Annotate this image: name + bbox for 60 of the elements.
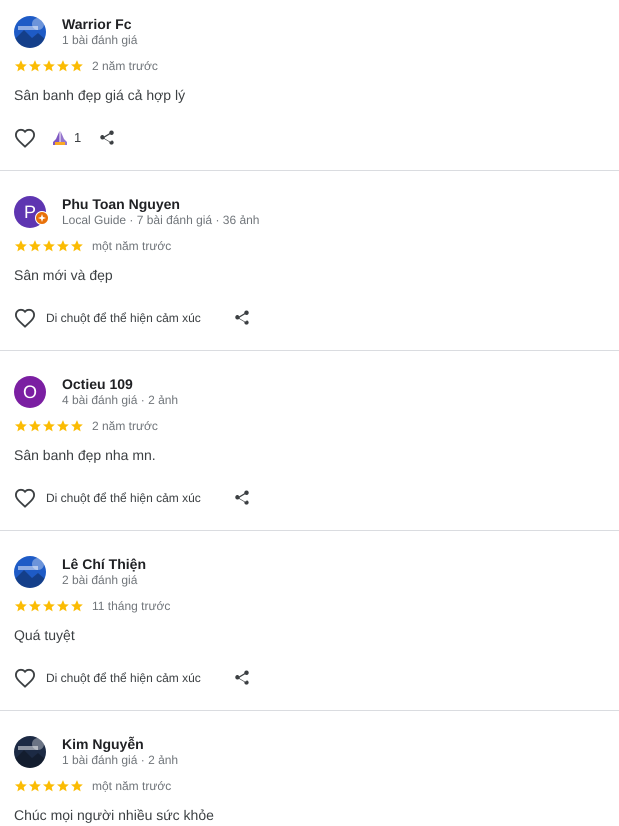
star-icon — [70, 59, 84, 73]
star-icon — [56, 59, 70, 73]
share-button[interactable] — [232, 669, 251, 687]
star-icon — [14, 599, 28, 613]
star-icon — [42, 239, 56, 253]
star-icon — [56, 599, 70, 613]
like-button[interactable] — [14, 128, 36, 148]
review-text: Sân banh đẹp nha mn. — [14, 446, 157, 465]
star-icon — [56, 419, 70, 433]
reaction-count: 1 — [74, 129, 82, 148]
reviewer-name[interactable]: Warrior Fc — [62, 16, 138, 33]
review-text: Chúc mọi người nhiều sức khỏe — [14, 806, 215, 825]
review-text: Sân banh đẹp giá cả hợp lý — [14, 86, 186, 105]
praying-hands-icon — [52, 130, 68, 146]
star-icon — [42, 599, 56, 613]
review-time: 2 năm trước — [92, 58, 158, 75]
reaction-hint: Di chuột để thể hiện cảm xúc — [46, 310, 201, 327]
letter-avatar[interactable]: O — [14, 376, 46, 408]
star-icon — [14, 239, 28, 253]
star-icon — [28, 779, 42, 793]
star-icon — [70, 239, 84, 253]
star-icon — [70, 419, 84, 433]
star-icon — [42, 779, 56, 793]
review-time: 11 tháng trước — [92, 598, 170, 615]
review-time: một năm trước — [92, 778, 172, 795]
letter-avatar[interactable]: P — [14, 196, 46, 228]
reviewer-name[interactable]: Phu Toan Nguyen — [62, 196, 260, 213]
star-icon — [14, 419, 28, 433]
review-text: Quá tuyệt — [14, 626, 76, 645]
review-time: 2 năm trước — [92, 418, 158, 435]
reviewer-info: 4 bài đánh giá · 2 ảnh — [62, 393, 178, 408]
star-icon — [28, 239, 42, 253]
star-icon — [14, 59, 28, 73]
star-icon — [42, 59, 56, 73]
reviewer-info: 2 bài đánh giá — [62, 573, 138, 588]
share-button[interactable] — [98, 129, 116, 147]
star-icon — [28, 599, 42, 613]
reaction-hint: Di chuột để thể hiện cảm xúc — [46, 670, 201, 687]
review-text: Sân mới và đẹp — [14, 266, 114, 285]
star-icon — [14, 779, 28, 793]
star-icon — [28, 419, 42, 433]
star-icon — [28, 59, 42, 73]
star-icon — [70, 599, 84, 613]
star-icon — [56, 779, 70, 793]
share-button[interactable] — [232, 309, 251, 327]
like-button[interactable] — [14, 488, 36, 508]
like-button[interactable] — [14, 308, 36, 328]
like-button[interactable] — [14, 668, 36, 688]
star-icon — [70, 779, 84, 793]
share-button[interactable] — [232, 489, 251, 507]
star-icon — [56, 239, 70, 253]
reviewer-name[interactable]: Octieu 109 — [62, 376, 178, 393]
reviewer-name[interactable]: Kim Nguyễn — [62, 736, 178, 753]
star-icon — [42, 419, 56, 433]
reviewer-name[interactable]: Lê Chí Thiện — [62, 556, 146, 573]
reviewer-info: 1 bài đánh giá — [62, 33, 138, 48]
review-time: một năm trước — [92, 238, 172, 255]
reaction-hint: Di chuột để thể hiện cảm xúc — [46, 490, 201, 507]
reviewer-info: Local Guide · 7 bài đánh giá · 36 ảnh — [62, 213, 260, 228]
reviewer-info: 1 bài đánh giá · 2 ảnh — [62, 753, 178, 768]
